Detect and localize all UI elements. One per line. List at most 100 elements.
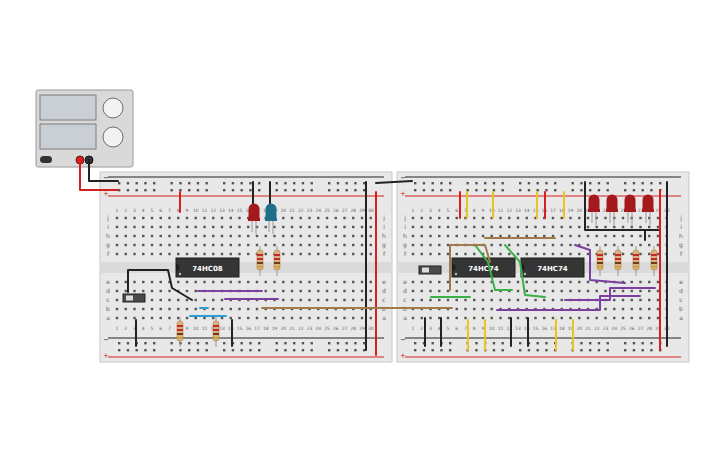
hole[interactable] bbox=[604, 317, 606, 319]
hole[interactable] bbox=[561, 244, 563, 246]
hole[interactable] bbox=[447, 253, 449, 255]
rail-hole[interactable] bbox=[136, 189, 138, 191]
hole[interactable] bbox=[151, 317, 153, 319]
hole[interactable] bbox=[578, 281, 580, 283]
hole[interactable] bbox=[639, 308, 641, 310]
hole[interactable] bbox=[421, 281, 423, 283]
hole[interactable] bbox=[587, 317, 589, 319]
hole[interactable] bbox=[221, 226, 223, 228]
rail-hole[interactable] bbox=[241, 182, 243, 184]
hole[interactable] bbox=[168, 290, 170, 292]
hole[interactable] bbox=[429, 244, 431, 246]
hole[interactable] bbox=[534, 244, 536, 246]
rail-hole[interactable] bbox=[188, 182, 190, 184]
hole[interactable] bbox=[543, 290, 545, 292]
hole[interactable] bbox=[587, 244, 589, 246]
rail-hole[interactable] bbox=[589, 349, 591, 351]
hole[interactable] bbox=[569, 317, 571, 319]
hole[interactable] bbox=[317, 217, 319, 219]
hole[interactable] bbox=[195, 244, 197, 246]
hole[interactable] bbox=[343, 244, 345, 246]
hole[interactable] bbox=[256, 244, 258, 246]
rail-hole[interactable] bbox=[302, 182, 304, 184]
hole[interactable] bbox=[177, 217, 179, 219]
rail-hole[interactable] bbox=[276, 182, 278, 184]
hole[interactable] bbox=[561, 235, 563, 237]
wire[interactable] bbox=[527, 318, 529, 346]
hole[interactable] bbox=[160, 235, 162, 237]
hole[interactable] bbox=[230, 226, 232, 228]
hole[interactable] bbox=[508, 244, 510, 246]
hole[interactable] bbox=[482, 235, 484, 237]
hole[interactable] bbox=[186, 308, 188, 310]
rail-hole[interactable] bbox=[293, 342, 295, 344]
hole[interactable] bbox=[203, 299, 205, 301]
hole[interactable] bbox=[534, 290, 536, 292]
rail-hole[interactable] bbox=[328, 349, 330, 351]
hole[interactable] bbox=[639, 235, 641, 237]
wire[interactable] bbox=[484, 320, 486, 350]
hole[interactable] bbox=[352, 317, 354, 319]
hole[interactable] bbox=[343, 299, 345, 301]
rail-hole[interactable] bbox=[580, 189, 582, 191]
hole[interactable] bbox=[429, 281, 431, 283]
wire[interactable] bbox=[505, 245, 545, 297]
hole[interactable] bbox=[517, 235, 519, 237]
hole[interactable] bbox=[534, 235, 536, 237]
hole[interactable] bbox=[534, 226, 536, 228]
hole[interactable] bbox=[438, 226, 440, 228]
hole[interactable] bbox=[125, 317, 127, 319]
hole[interactable] bbox=[282, 253, 284, 255]
hole[interactable] bbox=[587, 290, 589, 292]
hole[interactable] bbox=[186, 217, 188, 219]
hole[interactable] bbox=[421, 253, 423, 255]
rail-hole[interactable] bbox=[284, 182, 286, 184]
hole[interactable] bbox=[186, 317, 188, 319]
hole[interactable] bbox=[526, 281, 528, 283]
hole[interactable] bbox=[335, 299, 337, 301]
rail-hole[interactable] bbox=[144, 182, 146, 184]
hole[interactable] bbox=[265, 253, 267, 255]
rail-hole[interactable] bbox=[118, 349, 120, 351]
rail-hole[interactable] bbox=[432, 182, 434, 184]
hole[interactable] bbox=[526, 226, 528, 228]
hole[interactable] bbox=[317, 235, 319, 237]
rail-hole[interactable] bbox=[432, 342, 434, 344]
hole[interactable] bbox=[116, 226, 118, 228]
hole[interactable] bbox=[186, 290, 188, 292]
wire[interactable] bbox=[575, 245, 625, 283]
hole[interactable] bbox=[203, 235, 205, 237]
hole[interactable] bbox=[517, 317, 519, 319]
hole[interactable] bbox=[282, 290, 284, 292]
rail-hole[interactable] bbox=[650, 349, 652, 351]
rail-hole[interactable] bbox=[223, 342, 225, 344]
hole[interactable] bbox=[133, 281, 135, 283]
rail-hole[interactable] bbox=[493, 349, 495, 351]
rail-hole[interactable] bbox=[528, 349, 530, 351]
hole[interactable] bbox=[370, 317, 372, 319]
wire[interactable] bbox=[80, 160, 118, 190]
hole[interactable] bbox=[221, 308, 223, 310]
hole[interactable] bbox=[561, 290, 563, 292]
hole[interactable] bbox=[491, 308, 493, 310]
hole[interactable] bbox=[639, 290, 641, 292]
rail-hole[interactable] bbox=[633, 342, 635, 344]
hole[interactable] bbox=[464, 299, 466, 301]
rail-hole[interactable] bbox=[171, 349, 173, 351]
hole[interactable] bbox=[543, 299, 545, 301]
rail-hole[interactable] bbox=[607, 182, 609, 184]
hole[interactable] bbox=[308, 235, 310, 237]
hole[interactable] bbox=[125, 226, 127, 228]
hole[interactable] bbox=[186, 299, 188, 301]
rail-hole[interactable] bbox=[580, 349, 582, 351]
rail-hole[interactable] bbox=[232, 182, 234, 184]
hole[interactable] bbox=[587, 281, 589, 283]
hole[interactable] bbox=[569, 235, 571, 237]
rail-hole[interactable] bbox=[502, 342, 504, 344]
hole[interactable] bbox=[499, 299, 501, 301]
hole[interactable] bbox=[552, 226, 554, 228]
resistor[interactable] bbox=[177, 317, 183, 347]
hole[interactable] bbox=[648, 299, 650, 301]
hole[interactable] bbox=[631, 308, 633, 310]
hole[interactable] bbox=[429, 226, 431, 228]
